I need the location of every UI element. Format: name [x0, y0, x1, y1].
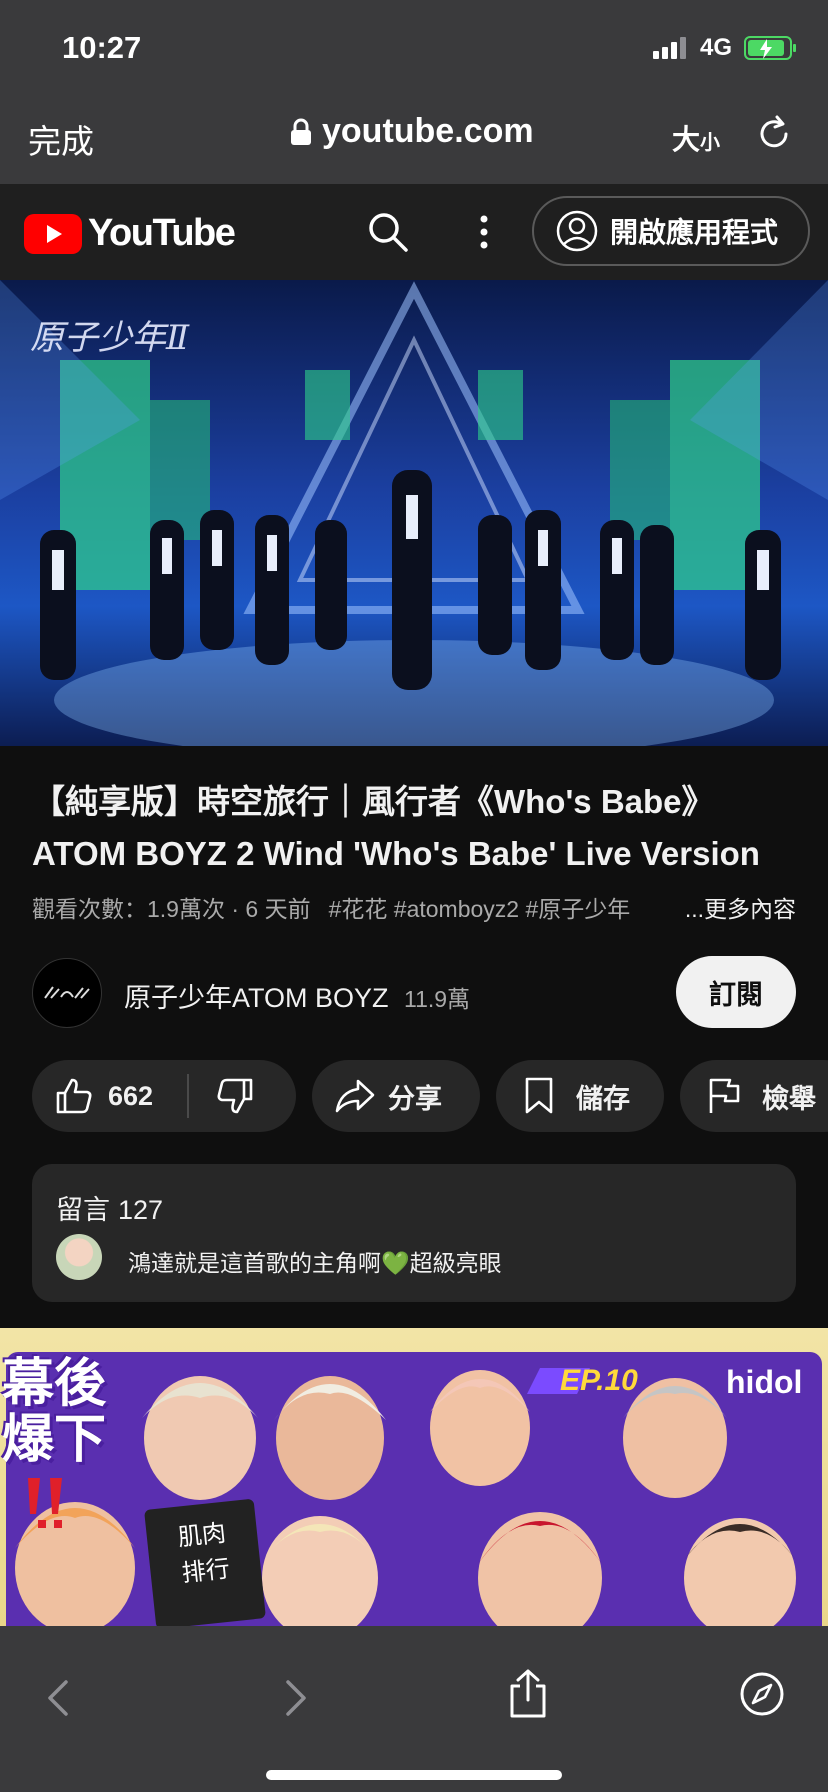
account-icon [556, 210, 598, 252]
like-dislike-pill: 662 [32, 1060, 296, 1132]
report-label: 檢舉 [762, 1083, 816, 1114]
subscriber-count: 11.9萬 [404, 986, 471, 1012]
status-indicators: 4G [652, 34, 796, 62]
flag-icon [709, 1078, 740, 1113]
text-size-small: 小 [700, 132, 721, 154]
thumbnail-title: 幕後 爆下 [2, 1356, 106, 1468]
like-icon[interactable] [54, 1076, 94, 1116]
commenter-avatar [56, 1234, 102, 1280]
youtube-wordmark: YouTube [88, 212, 236, 254]
open-app-button[interactable]: 開啟應用程式 [532, 196, 810, 266]
comments-label: 留言 [56, 1195, 110, 1225]
reload-icon[interactable] [756, 114, 792, 152]
thumbnail-title-line2: 爆下 [2, 1411, 107, 1469]
like-divider [187, 1074, 190, 1118]
thumbnail-episode: EP.10 [560, 1364, 638, 1397]
comments-count: 127 [118, 1195, 164, 1225]
thumbnail-sign: 肌肉 排行 [144, 1498, 266, 1628]
thumbnail-people-image [15, 1368, 796, 1628]
battery-charging-icon [744, 36, 796, 60]
save-label: 儲存 [576, 1083, 630, 1114]
search-icon[interactable] [366, 210, 410, 254]
share-icon[interactable] [506, 1668, 550, 1720]
video-player[interactable]: 原子少年Ⅱ [0, 280, 828, 746]
youtube-header: YouTube 開啟應用程式 [0, 184, 828, 280]
browser-bottom-bar [0, 1626, 828, 1792]
next-video-thumbnail[interactable]: 幕後 爆下 EP.10 hidol 肌肉 排行 [0, 1328, 828, 1628]
open-app-label: 開啟應用程式 [610, 217, 779, 248]
done-button[interactable]: 完成 [28, 115, 94, 163]
text-size-button[interactable]: 大小 [672, 118, 720, 158]
hashtags[interactable]: #花花 #atomboyz2 #原子少年 [329, 896, 631, 922]
back-icon[interactable] [44, 1678, 74, 1718]
forward-icon[interactable] [280, 1678, 310, 1718]
home-indicator [266, 1770, 562, 1780]
video-overlay-logo: 原子少年Ⅱ [30, 318, 190, 358]
share-label: 分享 [388, 1083, 442, 1114]
lock-icon [291, 118, 311, 145]
youtube-play-icon [24, 213, 82, 254]
top-comment-text: 鴻達就是這首歌的主角啊💚超級亮眼 [128, 1250, 502, 1276]
subscribe-button[interactable]: 訂閱 [676, 956, 796, 1028]
comments-card[interactable]: 留言 127 鴻達就是這首歌的主角啊💚超級亮眼 [32, 1164, 796, 1302]
channel-name[interactable]: 原子少年ATOM BOYZ [124, 976, 389, 1015]
youtube-logo[interactable]: YouTube [24, 212, 236, 255]
text-size-big: 大 [672, 124, 701, 155]
like-count[interactable]: 662 [108, 1081, 153, 1112]
cellular-signal-icon [652, 37, 686, 59]
bookmark-icon [525, 1077, 553, 1114]
share-arrow-icon [335, 1079, 375, 1113]
compass-icon[interactable] [738, 1670, 786, 1718]
thumbnail-brand: hidol [726, 1364, 803, 1400]
channel-row: 原子少年ATOM BOYZ 11.9萬 訂閱 [32, 956, 796, 1028]
video-title[interactable]: 【純享版】時空旅行｜風行者《Who's Babe》ATOM BOYZ 2 Win… [32, 776, 802, 880]
url-text: youtube.com [322, 112, 534, 150]
save-button[interactable]: 儲存 [496, 1060, 664, 1132]
thumbnail-title-line1: 幕後 [2, 1355, 107, 1413]
address-bar[interactable]: youtube.com [290, 112, 534, 151]
dislike-icon[interactable] [215, 1076, 255, 1116]
more-content-link[interactable]: ...更多內容 [676, 890, 796, 924]
view-count-date: 觀看次數：1.9萬次 · 6 天前 [32, 896, 311, 922]
share-button[interactable]: 分享 [312, 1060, 480, 1132]
comments-header: 留言 127 [56, 1188, 163, 1227]
report-button[interactable]: 檢舉 [680, 1060, 828, 1132]
more-vertical-icon[interactable] [470, 210, 498, 254]
network-type: 4G [699, 34, 732, 61]
action-buttons-row: 662 分享 儲存 檢舉 [32, 1060, 828, 1132]
browser-top-bar: 10:27 4G 完成 youtube.com 大小 [0, 0, 828, 184]
channel-avatar[interactable] [32, 958, 102, 1028]
status-time: 10:27 [62, 30, 142, 65]
channel-logo-icon [44, 986, 90, 999]
